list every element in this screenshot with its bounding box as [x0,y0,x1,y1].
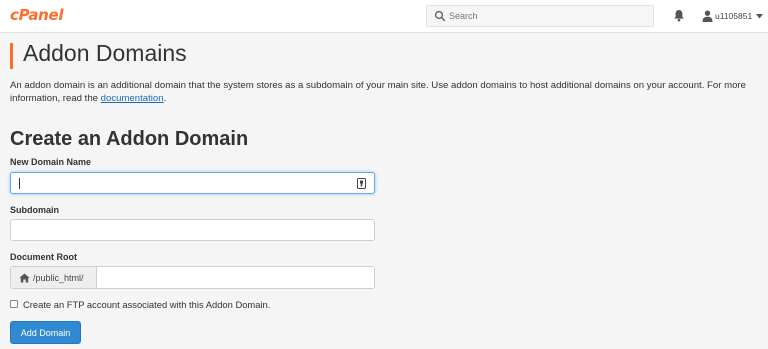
section-title: Create an Addon Domain [10,128,249,150]
user-icon [702,10,713,22]
document-root-input[interactable] [97,267,374,288]
subdomain-field[interactable] [10,219,375,241]
ftp-checkbox[interactable] [10,300,18,308]
subdomain-label: Subdomain [10,205,59,215]
add-domain-button[interactable]: Add Domain [10,321,81,344]
ftp-checkbox-label[interactable]: Create an FTP account associated with th… [23,299,270,310]
keychain-icon[interactable] [357,178,366,189]
page-title: Addon Domains [23,40,187,66]
page-description: An addon domain is an additional domain … [10,79,755,105]
search-box[interactable] [426,5,654,27]
search-icon [434,10,446,22]
new-domain-label: New Domain Name [10,157,92,167]
description-end: . [163,93,167,104]
search-input[interactable] [449,9,649,23]
user-menu[interactable]: u1105851 [702,9,764,23]
ftp-option[interactable]: Create an FTP account associated with th… [10,298,270,310]
caret-down-icon [756,13,764,18]
bell-icon[interactable] [673,9,685,22]
home-icon [19,273,30,282]
new-domain-field[interactable] [10,172,375,194]
document-root-group: /public_html/ [10,266,375,289]
document-root-prefix: /public_html/ [11,267,97,288]
top-header: cPanel u1105851 [0,0,768,33]
document-root-label: Document Root [10,252,77,262]
document-root-prefix-text: /public_html/ [33,272,84,283]
text-cursor [19,178,20,189]
documentation-link[interactable]: documentation [101,93,164,104]
title-accent-bar [10,43,13,69]
username-label: u1105851 [715,11,753,21]
cpanel-logo[interactable]: cPanel [10,6,64,24]
